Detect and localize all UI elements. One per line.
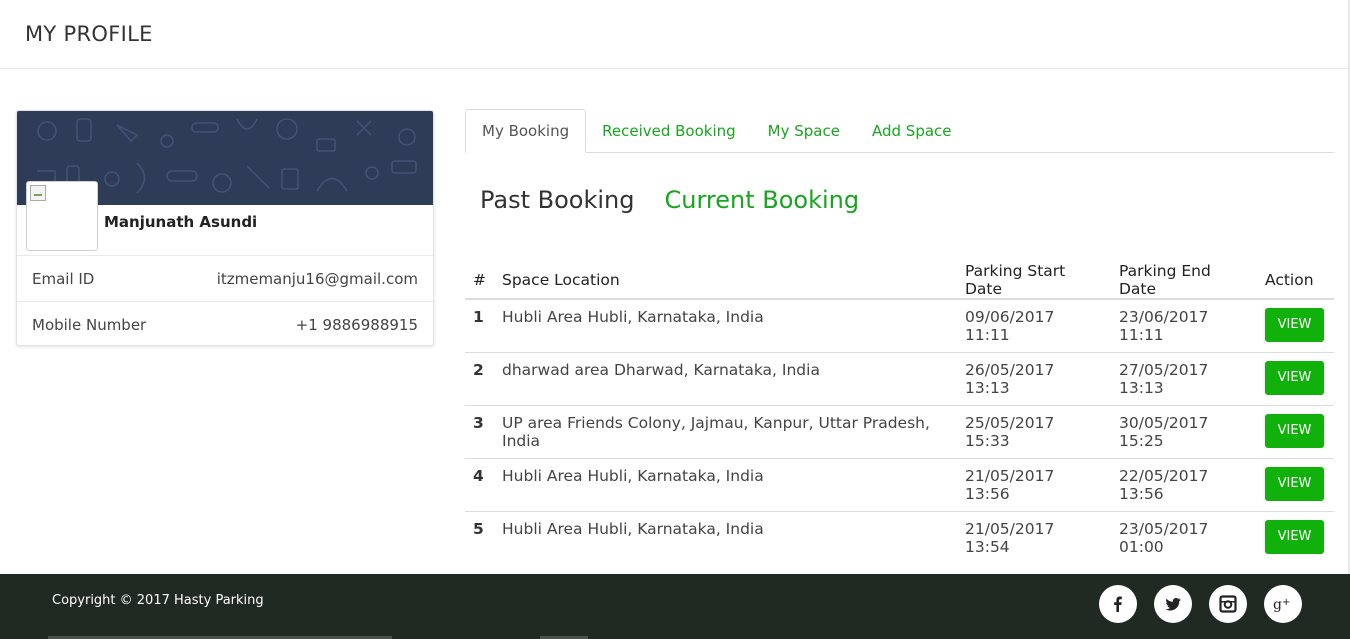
row-end: 23/05/2017 01:00 — [1119, 520, 1209, 556]
page-header: MY PROFILE — [0, 0, 1350, 69]
instagram-icon[interactable] — [1209, 585, 1247, 623]
booking-tabs: My Booking Received Booking My Space Add… — [465, 109, 1334, 153]
row-num: 4 — [465, 458, 494, 512]
table-header-row: # Space Location Parking Start Date Park… — [465, 261, 1334, 300]
col-location: Space Location — [494, 261, 957, 300]
email-label: Email ID — [32, 269, 95, 288]
row-action: VIEW — [1257, 405, 1334, 459]
subtab-current-booking[interactable]: Current Booking — [665, 186, 860, 214]
page-title: MY PROFILE — [25, 22, 153, 46]
row-num: 3 — [465, 405, 494, 459]
mobile-value: +1 9886988915 — [295, 315, 418, 334]
table-row: 4 Hubli Area Hubli, Karnataka, India 21/… — [465, 458, 1334, 512]
col-action: Action — [1257, 261, 1334, 300]
view-button[interactable]: VIEW — [1265, 361, 1324, 395]
profile-name: Manjunath Asundi — [104, 213, 258, 231]
tab-my-booking[interactable]: My Booking — [465, 109, 587, 153]
table-row: 5 Hubli Area Hubli, Karnataka, India 21/… — [465, 512, 1334, 565]
row-location: Hubli Area Hubli, Karnataka, India — [494, 458, 957, 512]
tab-received-booking[interactable]: Received Booking — [586, 109, 752, 153]
view-button[interactable]: VIEW — [1265, 467, 1324, 501]
svg-text:+: + — [1282, 597, 1290, 608]
view-button[interactable]: VIEW — [1265, 414, 1324, 448]
row-location: dharwad area Dharwad, Karnataka, India — [494, 352, 957, 406]
row-start: 26/05/2017 13:13 — [957, 352, 1111, 406]
row-location: Hubli Area Hubli, Karnataka, India — [502, 520, 764, 538]
broken-image-icon — [30, 185, 46, 201]
row-action: VIEW — [1257, 352, 1334, 406]
row-end: 30/05/2017 15:25 — [1111, 405, 1257, 459]
tab-add-space[interactable]: Add Space — [856, 109, 968, 153]
booking-subtabs: Past Booking Current Booking — [480, 186, 859, 214]
footer: Copyright © 2017 Hasty Parking g + — [0, 574, 1350, 639]
email-value: itzmemanju16@gmail.com — [216, 269, 418, 288]
page: MY PROFILE Manjunath Asundi Email ID itz… — [0, 0, 1350, 639]
row-end: 22/05/2017 13:56 — [1111, 458, 1257, 512]
table-row: 3 UP area Friends Colony, Jajmau, Kanpur… — [465, 405, 1334, 459]
twitter-icon[interactable] — [1154, 585, 1192, 623]
col-num: # — [465, 261, 494, 300]
row-location: UP area Friends Colony, Jajmau, Kanpur, … — [494, 405, 957, 459]
row-start: 21/05/2017 13:54 — [965, 520, 1055, 556]
row-action: VIEW — [1257, 299, 1334, 353]
bookings-table: # Space Location Parking Start Date Park… — [465, 261, 1334, 564]
col-start: Parking Start Date — [957, 261, 1111, 300]
row-num: 5 — [473, 520, 484, 538]
view-button[interactable]: VIEW — [1265, 520, 1324, 554]
row-num: 1 — [465, 299, 494, 353]
subtab-past-booking[interactable]: Past Booking — [480, 186, 635, 214]
mobile-row: Mobile Number +1 9886988915 — [17, 301, 433, 345]
google-plus-icon[interactable]: g + — [1264, 585, 1302, 623]
avatar — [26, 181, 98, 251]
row-num: 2 — [465, 352, 494, 406]
row-end: 23/06/2017 11:11 — [1111, 299, 1257, 353]
row-start: 25/05/2017 15:33 — [957, 405, 1111, 459]
row-start: 21/05/2017 13:56 — [957, 458, 1111, 512]
row-action: VIEW — [1257, 458, 1334, 512]
email-row: Email ID itzmemanju16@gmail.com — [17, 255, 433, 301]
facebook-icon[interactable] — [1099, 585, 1137, 623]
table-row: 2 dharwad area Dharwad, Karnataka, India… — [465, 352, 1334, 406]
row-end: 27/05/2017 13:13 — [1111, 352, 1257, 406]
row-start: 09/06/2017 11:11 — [957, 299, 1111, 353]
row-location: Hubli Area Hubli, Karnataka, India — [494, 299, 957, 353]
row-action: VIEW — [1257, 512, 1334, 565]
tab-my-space[interactable]: My Space — [752, 109, 856, 153]
profile-card: Manjunath Asundi Email ID itzmemanju16@g… — [16, 110, 434, 346]
mobile-label: Mobile Number — [32, 315, 147, 334]
view-button[interactable]: VIEW — [1265, 308, 1324, 342]
table-row: 1 Hubli Area Hubli, Karnataka, India 09/… — [465, 299, 1334, 353]
svg-text:g: g — [1273, 597, 1282, 613]
copyright-text: Copyright © 2017 Hasty Parking — [52, 593, 264, 608]
col-end: Parking End Date — [1111, 261, 1257, 300]
